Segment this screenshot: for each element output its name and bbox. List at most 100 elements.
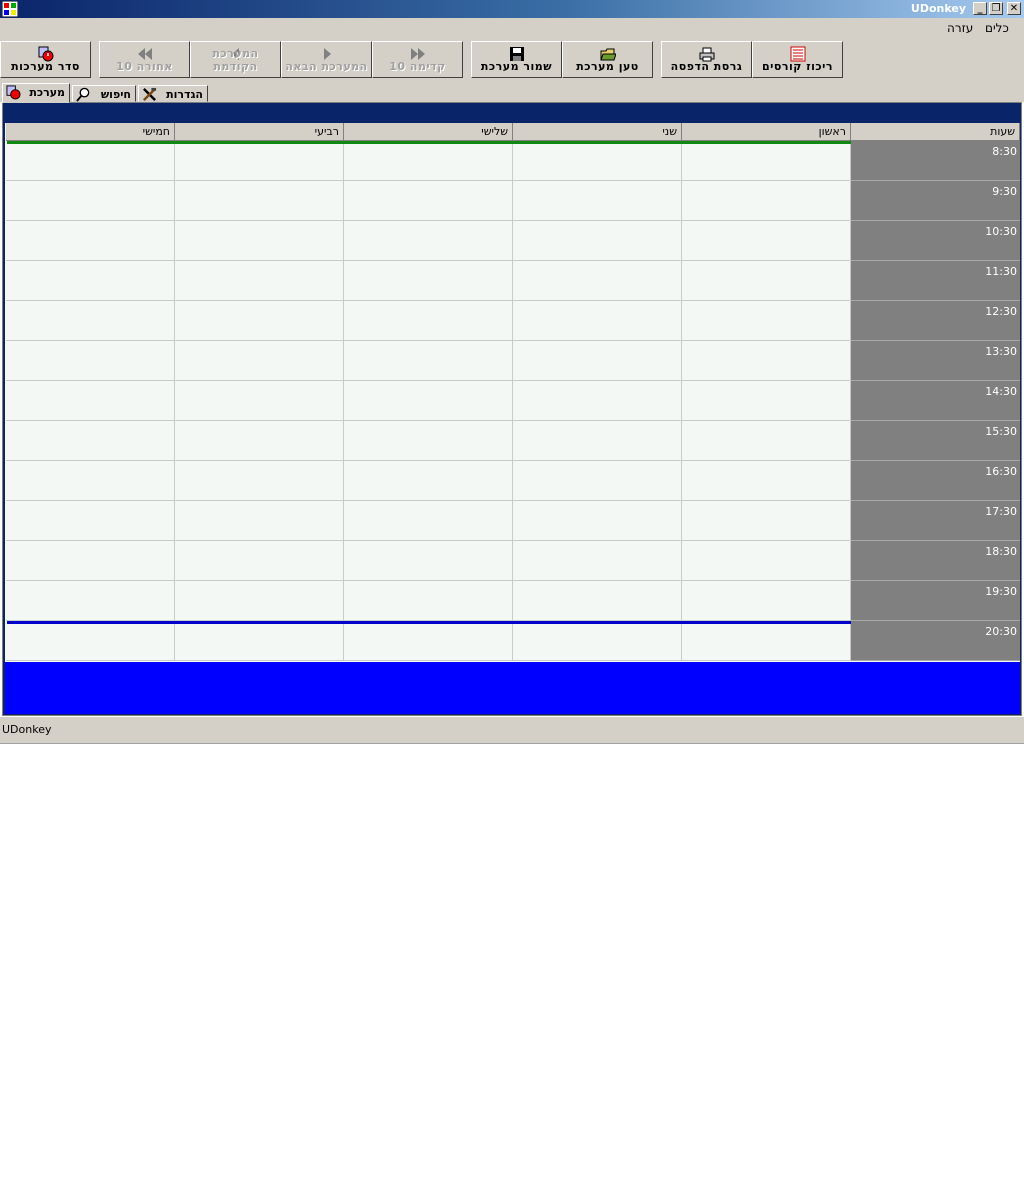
- restore-icon: ❐: [991, 3, 1001, 14]
- schedule-cell[interactable]: [513, 141, 682, 181]
- schedule-cell[interactable]: [344, 301, 513, 341]
- schedule-cell[interactable]: [344, 461, 513, 501]
- schedule-cell[interactable]: [6, 141, 175, 181]
- schedule-cell[interactable]: [344, 421, 513, 461]
- schedule-cell[interactable]: [513, 381, 682, 421]
- day-column-header: ראשון: [682, 123, 851, 141]
- schedule-cell[interactable]: [6, 501, 175, 541]
- schedule-cell[interactable]: [682, 461, 851, 501]
- schedule-cell[interactable]: [6, 381, 175, 421]
- schedule-cell[interactable]: [175, 421, 344, 461]
- load-schedule-button[interactable]: טען מערכת: [562, 41, 653, 78]
- schedule-cell[interactable]: [513, 181, 682, 221]
- print-version-button[interactable]: גרסת הדפסה: [661, 41, 752, 78]
- schedule-cell[interactable]: [175, 301, 344, 341]
- schedule-cell[interactable]: [344, 541, 513, 581]
- time-slot-label: 9:30: [851, 181, 1020, 221]
- restore-button[interactable]: ❐: [989, 2, 1003, 15]
- schedule-cell[interactable]: [513, 421, 682, 461]
- schedule-cell[interactable]: [682, 421, 851, 461]
- schedule-cell[interactable]: [175, 461, 344, 501]
- schedule-cell[interactable]: [682, 181, 851, 221]
- schedule-cell[interactable]: [6, 621, 175, 661]
- schedule-cell[interactable]: [6, 421, 175, 461]
- schedule-cell[interactable]: [513, 621, 682, 661]
- close-button[interactable]: ✕: [1007, 2, 1021, 15]
- schedule-cell[interactable]: [513, 261, 682, 301]
- time-slot-label: 8:30: [851, 141, 1020, 181]
- course-summary-label: ריכוז קורסים: [762, 60, 833, 73]
- toolbar: ריכוז קורסים גרסת הדפסה טען מערכת שמור מ…: [0, 38, 1024, 82]
- schedule-cell[interactable]: [682, 541, 851, 581]
- back-10-button[interactable]: אחורה 10: [99, 41, 190, 78]
- schedule-cell[interactable]: [513, 341, 682, 381]
- schedule-cell[interactable]: [175, 541, 344, 581]
- schedule-cell[interactable]: [344, 581, 513, 621]
- hours-column-header: שעות: [851, 123, 1020, 141]
- sort-schedules-button[interactable]: סדר מערכות: [0, 41, 91, 78]
- tab-schedule-label: מערכת: [29, 86, 65, 99]
- schedule-cell[interactable]: [344, 341, 513, 381]
- previous-schedule-button[interactable]: המערכת הקודמת: [190, 41, 281, 78]
- schedule-cell[interactable]: [6, 181, 175, 221]
- save-schedule-button[interactable]: שמור מערכת: [471, 41, 562, 78]
- schedule-cell[interactable]: [344, 621, 513, 661]
- schedule-cell[interactable]: [513, 501, 682, 541]
- schedule-cell[interactable]: [682, 381, 851, 421]
- schedule-cell[interactable]: [6, 341, 175, 381]
- next-schedule-button[interactable]: המערכת הבאה: [281, 41, 372, 78]
- forward-10-label: קדימה 10: [389, 60, 446, 73]
- schedule-cell[interactable]: [6, 221, 175, 261]
- schedule-cell[interactable]: [175, 341, 344, 381]
- tab-settings[interactable]: הגדרות: [138, 85, 208, 102]
- schedule-cell[interactable]: [6, 581, 175, 621]
- schedule-cell[interactable]: [344, 261, 513, 301]
- schedule-cell[interactable]: [344, 181, 513, 221]
- menu-help[interactable]: עזרה: [947, 21, 973, 35]
- schedule-cell[interactable]: [175, 141, 344, 181]
- tab-search[interactable]: חיפוש: [72, 85, 136, 102]
- back-10-label: אחורה 10: [116, 60, 173, 73]
- time-slot-label: 14:30: [851, 381, 1020, 421]
- schedule-cell[interactable]: [175, 501, 344, 541]
- schedule-cell[interactable]: [682, 581, 851, 621]
- schedule-cell[interactable]: [513, 541, 682, 581]
- menu-bar: כלים עזרה: [0, 18, 1024, 38]
- schedule-cell[interactable]: [6, 301, 175, 341]
- schedule-cell[interactable]: [344, 501, 513, 541]
- course-summary-button[interactable]: ריכוז קורסים: [752, 41, 843, 78]
- schedule-cell[interactable]: [513, 461, 682, 501]
- time-slot-label: 18:30: [851, 541, 1020, 581]
- schedule-cell[interactable]: [175, 581, 344, 621]
- tab-schedule[interactable]: מערכת: [2, 83, 70, 103]
- day-column-header: חמישי: [6, 123, 175, 141]
- schedule-cell[interactable]: [513, 581, 682, 621]
- schedule-cell[interactable]: [682, 261, 851, 301]
- time-slot-label: 13:30: [851, 341, 1020, 381]
- schedule-cell[interactable]: [6, 461, 175, 501]
- schedule-cell[interactable]: [6, 541, 175, 581]
- schedule-cell[interactable]: [682, 501, 851, 541]
- schedule-cell[interactable]: [682, 141, 851, 181]
- app-icon[interactable]: [2, 1, 18, 17]
- schedule-cell[interactable]: [344, 141, 513, 181]
- schedule-cell[interactable]: [175, 261, 344, 301]
- next-schedule-label: המערכת הבאה: [285, 60, 368, 73]
- schedule-cell[interactable]: [175, 621, 344, 661]
- schedule-cell[interactable]: [682, 621, 851, 661]
- schedule-cell[interactable]: [682, 221, 851, 261]
- schedule-cell[interactable]: [175, 381, 344, 421]
- schedule-cell[interactable]: [344, 381, 513, 421]
- schedule-cell[interactable]: [513, 221, 682, 261]
- schedule-cell[interactable]: [513, 301, 682, 341]
- schedule-cell[interactable]: [344, 221, 513, 261]
- menu-tools[interactable]: כלים: [985, 21, 1009, 35]
- schedule-cell[interactable]: [175, 181, 344, 221]
- schedule-cell[interactable]: [6, 261, 175, 301]
- day-column-header: שני: [513, 123, 682, 141]
- schedule-cell[interactable]: [682, 341, 851, 381]
- schedule-cell[interactable]: [682, 301, 851, 341]
- minimize-button[interactable]: _: [973, 2, 987, 15]
- schedule-cell[interactable]: [175, 221, 344, 261]
- forward-10-button[interactable]: קדימה 10: [372, 41, 463, 78]
